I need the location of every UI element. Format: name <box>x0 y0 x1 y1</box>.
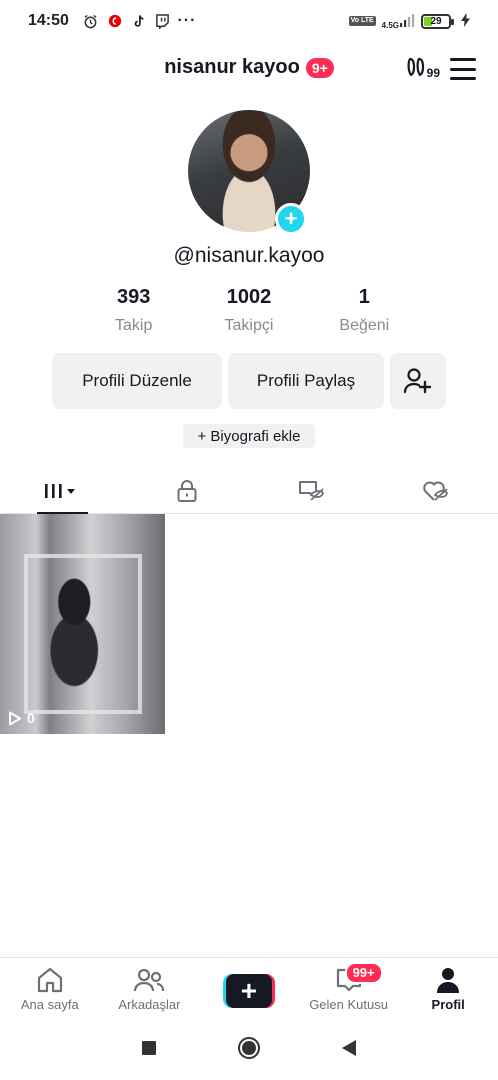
nav-home[interactable]: Ana sayfa <box>0 958 100 1021</box>
nav-home-label: Ana sayfa <box>20 997 79 1012</box>
plus-icon: + <box>225 974 272 1008</box>
heart-hidden-icon <box>422 479 450 503</box>
nav-profile-label: Profil <box>431 997 465 1012</box>
content-tabs <box>0 468 498 514</box>
profile-stats: 393 Takip 1002 Takipçi 1 Beğeni <box>76 286 422 335</box>
nav-inbox[interactable]: 99+ Gelen Kutusu <box>299 958 399 1021</box>
nav-friends-label: Arkadaşlar <box>118 997 181 1012</box>
share-profile-button[interactable]: Profili Paylaş <box>228 353 384 409</box>
creator-tools-button[interactable]: 99 <box>406 56 440 80</box>
home-button-icon[interactable] <box>237 1036 261 1065</box>
status-bar: 14:50 ··· Vo LTE 4.5G 29 <box>0 0 498 42</box>
edit-profile-button[interactable]: Profili Düzenle <box>52 353 222 409</box>
signal-icon <box>399 13 415 30</box>
creator-tools-count: 99 <box>426 66 440 80</box>
lock-icon <box>176 479 198 503</box>
add-friend-button[interactable] <box>390 353 446 409</box>
liked-tab[interactable] <box>374 468 498 513</box>
volte-icon: Vo LTE <box>348 16 376 26</box>
nav-create[interactable]: + <box>199 958 299 1021</box>
profile-icon <box>437 968 460 993</box>
video-view-count: 0 <box>8 710 35 726</box>
nav-inbox-label: Gelen Kutusu <box>309 997 388 1012</box>
video-thumbnail[interactable]: 0 <box>0 514 165 734</box>
nav-friends[interactable]: Arkadaşlar <box>100 958 200 1021</box>
menu-icon[interactable] <box>450 58 476 80</box>
likes-count: 1 <box>358 286 370 308</box>
grid-icon <box>42 481 82 501</box>
status-time: 14:50 <box>28 12 69 29</box>
profile-handle: @nisanur.kayoo <box>173 244 325 267</box>
following-stat[interactable]: 393 Takip <box>76 286 191 335</box>
twitch-icon <box>155 13 171 29</box>
recents-icon[interactable] <box>141 1040 157 1061</box>
followers-stat[interactable]: 1002 Takipçi <box>191 286 306 335</box>
back-icon[interactable] <box>341 1039 357 1062</box>
tiktok-icon <box>131 13 147 29</box>
profile-header: nisanur kayoo 9+ 99 <box>0 48 498 90</box>
following-label: Takip <box>114 317 153 334</box>
network-type: 4.5G <box>381 20 399 30</box>
home-icon <box>37 967 62 993</box>
vodafone-icon <box>107 13 123 29</box>
videos-tab[interactable] <box>0 468 125 514</box>
repost-hidden-icon <box>297 479 325 503</box>
view-count-value: 0 <box>27 710 35 726</box>
bottom-nav: Ana sayfa Arkadaşlar + 99+ Gelen Kutusu … <box>0 957 498 1021</box>
add-bio-button[interactable]: + Biyografi ekle <box>183 424 315 448</box>
footprint-icon <box>407 57 424 77</box>
profile-name[interactable]: nisanur kayoo <box>164 56 300 79</box>
create-button[interactable]: + <box>222 974 275 1008</box>
inbox-badge: 99+ <box>344 962 383 984</box>
play-icon <box>9 711 21 725</box>
system-nav-bar <box>0 1021 498 1080</box>
charging-icon <box>461 12 470 30</box>
mirror-frame <box>24 554 142 714</box>
followers-label: Takipçi <box>224 317 274 334</box>
alarm-icon <box>83 13 99 29</box>
friends-icon <box>134 968 165 992</box>
following-count: 393 <box>116 286 151 308</box>
likes-stat[interactable]: 1 Beğeni <box>307 286 422 335</box>
battery-icon: 29 <box>421 13 454 29</box>
nav-profile[interactable]: Profil <box>398 958 498 1021</box>
reposts-tab[interactable] <box>249 468 374 513</box>
followers-count: 1002 <box>226 286 272 308</box>
account-switch-badge[interactable]: 9+ <box>305 57 334 78</box>
more-notifications-icon: ··· <box>177 12 197 29</box>
likes-label: Beğeni <box>339 317 390 334</box>
add-avatar-button[interactable]: + <box>275 203 307 235</box>
add-user-icon <box>403 368 432 394</box>
battery-percent: 29 <box>430 15 442 27</box>
private-tab[interactable] <box>125 468 250 513</box>
